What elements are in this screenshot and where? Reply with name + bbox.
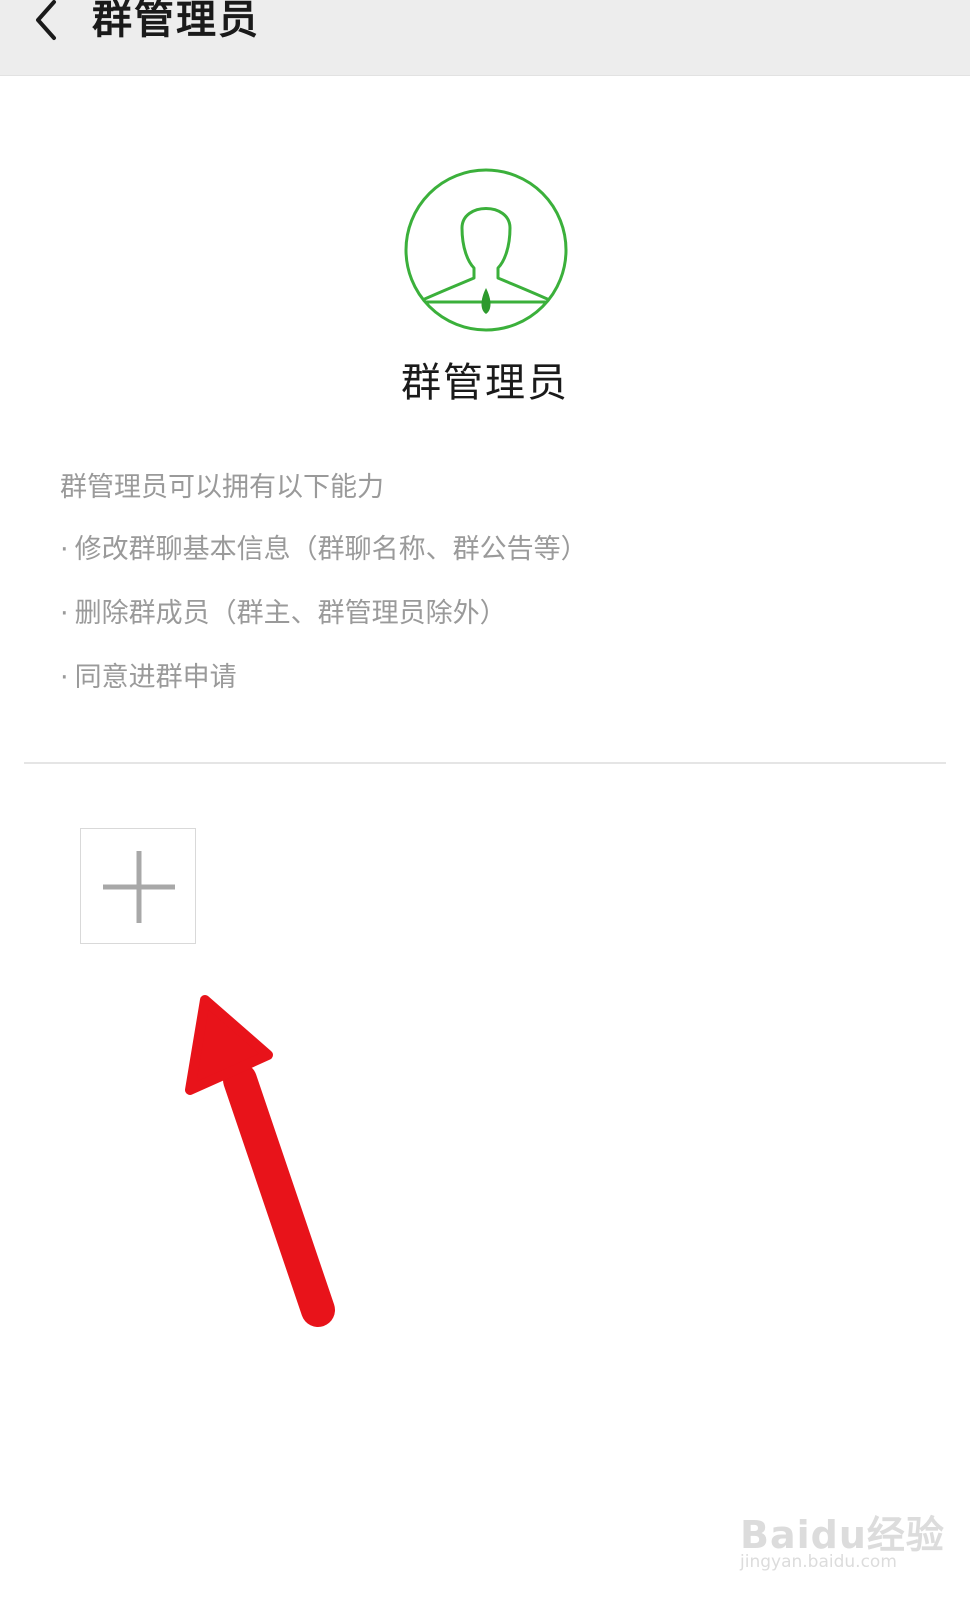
red-arrow-annotation xyxy=(185,995,335,1327)
watermark-url: jingyan.baidu.com xyxy=(740,1552,897,1572)
baidu-watermark: Baidu经验 jingyan.baidu.com xyxy=(740,1490,960,1590)
watermark-logo-text: Baidu经验 xyxy=(740,1513,945,1557)
